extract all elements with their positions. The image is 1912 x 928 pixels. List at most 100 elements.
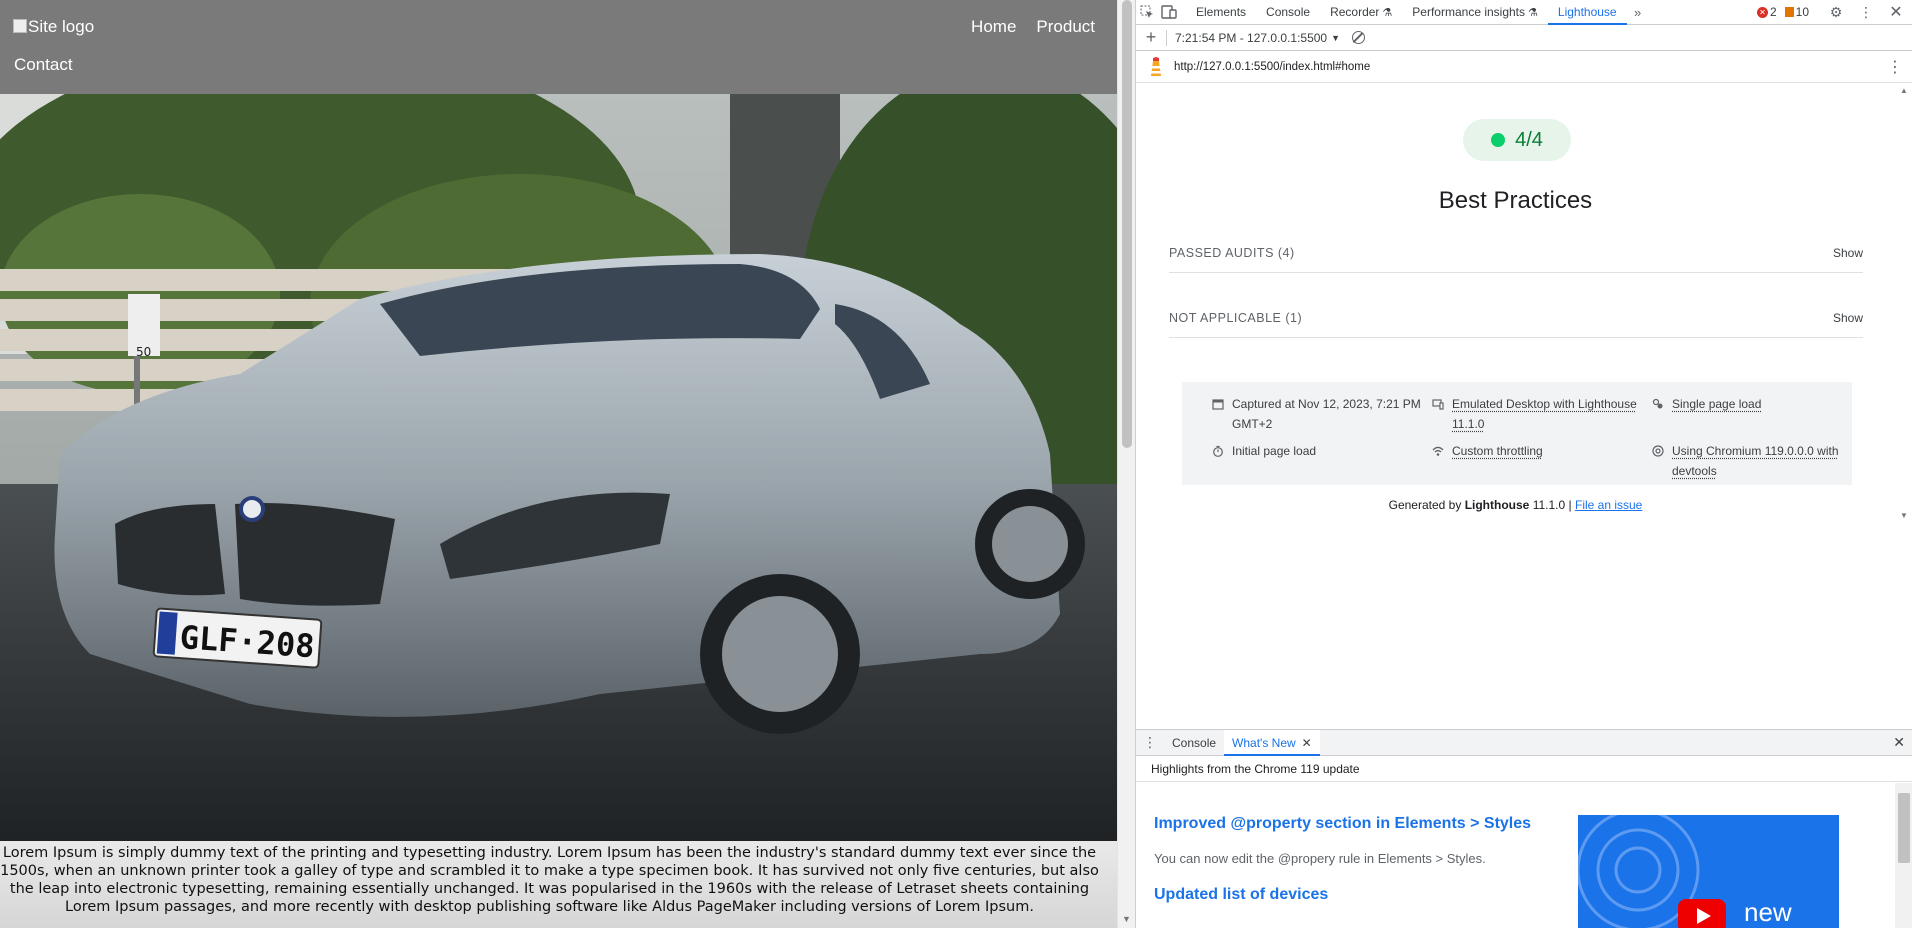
runtime-single-load: Single page load	[1652, 394, 1852, 439]
lighthouse-report: 4/4 Best Practices PASSED AUDITS (4) Sho…	[1136, 83, 1895, 523]
drawer-menu-kebab-icon[interactable]: ⋮	[1136, 734, 1164, 751]
hero-car-illustration: 50 GLF·208	[0, 94, 1117, 841]
page-scrollbar-thumb[interactable]	[1122, 0, 1132, 448]
warning-count: 10	[1796, 5, 1809, 19]
report-selector[interactable]: 7:21:54 PM - 127.0.0.1:5500 ▼	[1175, 31, 1340, 45]
devtools-status-badges: ✕ 2 10 ⚙ ⋮ ✕	[1757, 1, 1912, 23]
devtools-tabbar: Elements Console Recorder ⚗ Performance i…	[1136, 0, 1912, 25]
show-passed-audits-button[interactable]: Show	[1833, 246, 1863, 260]
runtime-emulated: Emulated Desktop with Lighthouse 11.1.0	[1432, 394, 1652, 439]
youtube-play-icon[interactable]	[1678, 899, 1726, 928]
report-menu-kebab-icon[interactable]: ⋮	[1887, 57, 1903, 77]
tab-console[interactable]: Console	[1256, 0, 1320, 25]
runtime-chromium-text[interactable]: Using Chromium 119.0.0.0 with devtools	[1672, 441, 1852, 481]
tab-performance-insights-label: Performance insights	[1412, 5, 1525, 19]
error-count: 2	[1770, 5, 1777, 19]
tab-elements[interactable]: Elements	[1186, 0, 1256, 25]
scroll-down-arrow-icon[interactable]: ▼	[1122, 914, 1131, 924]
audit-group-title: PASSED AUDITS (4)	[1169, 246, 1295, 260]
site-logo-alt: Site logo	[28, 17, 94, 36]
footer-prefix: Generated by	[1389, 498, 1462, 512]
lighthouse-url-bar: http://127.0.0.1:5500/index.html#home ⋮	[1136, 51, 1912, 83]
drawer-scrollbar[interactable]	[1895, 783, 1912, 928]
new-report-plus-icon[interactable]: +	[1136, 27, 1166, 48]
wifi-icon	[1432, 445, 1444, 457]
scroll-down-arrow-icon[interactable]: ▼	[1900, 511, 1908, 520]
experiment-flask-icon: ⚗	[1382, 6, 1392, 19]
single-load-icon	[1652, 398, 1664, 410]
audit-group-title: NOT APPLICABLE (1)	[1169, 311, 1302, 325]
tab-recorder-label: Recorder	[1330, 5, 1379, 19]
device-toolbar-icon[interactable]	[1158, 1, 1180, 23]
site-header: Site logo Home Product Contact	[0, 0, 1117, 94]
error-badge[interactable]: ✕ 2	[1757, 5, 1777, 19]
nav-contact-link[interactable]: Contact	[14, 55, 73, 75]
page-scrollbar[interactable]: ▼	[1117, 0, 1135, 928]
customize-kebab-icon[interactable]: ⋮	[1855, 1, 1877, 23]
pass-dot-icon	[1491, 133, 1505, 147]
hero-image: 50 GLF·208	[0, 94, 1117, 841]
tab-recorder[interactable]: Recorder ⚗	[1320, 0, 1402, 25]
close-devtools-icon[interactable]: ✕	[1885, 1, 1907, 23]
report-url[interactable]: http://127.0.0.1:5500/index.html#home	[1174, 61, 1370, 73]
report-footer: Generated by Lighthouse 11.1.0 | File an…	[1136, 498, 1895, 512]
footer-tool: Lighthouse	[1465, 498, 1530, 512]
devtools-drawer: ⋮ Console What's New ✕ ✕ Highlights from …	[1136, 729, 1912, 928]
file-an-issue-link[interactable]: File an issue	[1575, 498, 1642, 512]
scroll-up-arrow-icon[interactable]: ▲	[1900, 86, 1908, 95]
drawer-tab-whats-new-label: What's New	[1232, 736, 1296, 750]
runtime-single-load-text[interactable]: Single page load	[1672, 394, 1761, 414]
runtime-throttling: Custom throttling	[1432, 441, 1652, 486]
main-nav: Home Product	[971, 17, 1095, 37]
whats-new-content: Improved @property section in Elements >…	[1136, 783, 1895, 928]
devices-icon	[1432, 398, 1444, 410]
category-title: Best Practices	[1136, 187, 1895, 215]
drawer-tab-console[interactable]: Console	[1164, 730, 1224, 756]
audit-group-passed[interactable]: PASSED AUDITS (4) Show	[1169, 233, 1863, 273]
inspect-element-icon[interactable]	[1136, 1, 1158, 23]
runtime-throttling-text[interactable]: Custom throttling	[1452, 441, 1543, 461]
show-not-applicable-button[interactable]: Show	[1833, 311, 1863, 325]
lighthouse-toolbar: + 7:21:54 PM - 127.0.0.1:5500 ▼	[1136, 25, 1912, 51]
chrome-icon	[1652, 445, 1664, 457]
whats-new-heading-property[interactable]: Improved @property section in Elements >…	[1154, 815, 1531, 833]
more-tabs-chevron-icon[interactable]: »	[1627, 1, 1649, 23]
calendar-icon	[1212, 398, 1224, 410]
footer-version: 11.1.0 |	[1533, 498, 1572, 512]
runtime-initial-load-text: Initial page load	[1232, 441, 1316, 461]
runtime-chromium: Using Chromium 119.0.0.0 with devtools	[1652, 441, 1852, 486]
tab-performance-insights[interactable]: Performance insights ⚗	[1402, 0, 1548, 25]
experiment-flask-icon: ⚗	[1528, 6, 1538, 19]
page-viewport: Site logo Home Product Contact 50 GLF·20…	[0, 0, 1117, 928]
report-selector-label: 7:21:54 PM - 127.0.0.1:5500	[1175, 31, 1327, 45]
clear-reports-icon[interactable]	[1352, 31, 1365, 44]
devtools-panel: Elements Console Recorder ⚗ Performance i…	[1135, 0, 1912, 928]
runtime-captured-text: Captured at Nov 12, 2023, 7:21 PM GMT+2	[1232, 394, 1432, 434]
intro-text: Lorem Ipsum is simply dummy text of the …	[0, 844, 1113, 916]
close-drawer-icon[interactable]: ✕	[1893, 734, 1905, 751]
warning-badge[interactable]: 10	[1785, 5, 1809, 19]
settings-gear-icon[interactable]: ⚙	[1825, 1, 1847, 23]
drawer-tab-whats-new[interactable]: What's New ✕	[1224, 730, 1320, 756]
stopwatch-icon	[1212, 445, 1224, 457]
error-icon: ✕	[1757, 7, 1768, 18]
score-badge: 4/4	[1463, 119, 1571, 161]
intro-section: Lorem Ipsum is simply dummy text of the …	[0, 841, 1117, 928]
video-badge-text: new	[1744, 897, 1792, 928]
site-logo[interactable]: Site logo	[13, 17, 94, 37]
audit-group-not-applicable[interactable]: NOT APPLICABLE (1) Show	[1169, 298, 1863, 338]
whats-new-heading-devices[interactable]: Updated list of devices	[1154, 886, 1328, 904]
nav-product-link[interactable]: Product	[1036, 17, 1095, 37]
nav-home-link[interactable]: Home	[971, 17, 1016, 37]
close-tab-icon[interactable]: ✕	[1302, 736, 1312, 750]
report-scrollbar[interactable]: ▲ ▼	[1895, 83, 1912, 523]
drawer-scrollbar-thumb[interactable]	[1898, 793, 1910, 863]
runtime-settings: Captured at Nov 12, 2023, 7:21 PM GMT+2 …	[1182, 382, 1852, 485]
warning-flag-icon	[1785, 7, 1794, 17]
tab-lighthouse[interactable]: Lighthouse	[1548, 0, 1627, 25]
whats-new-subtitle: Highlights from the Chrome 119 update	[1136, 756, 1912, 782]
whats-new-video-thumbnail[interactable]: new	[1578, 815, 1839, 928]
runtime-emulated-text[interactable]: Emulated Desktop with Lighthouse 11.1.0	[1452, 394, 1652, 434]
whats-new-paragraph: You can now edit the @propery rule in El…	[1154, 851, 1486, 866]
runtime-initial-load: Initial page load	[1212, 441, 1432, 486]
